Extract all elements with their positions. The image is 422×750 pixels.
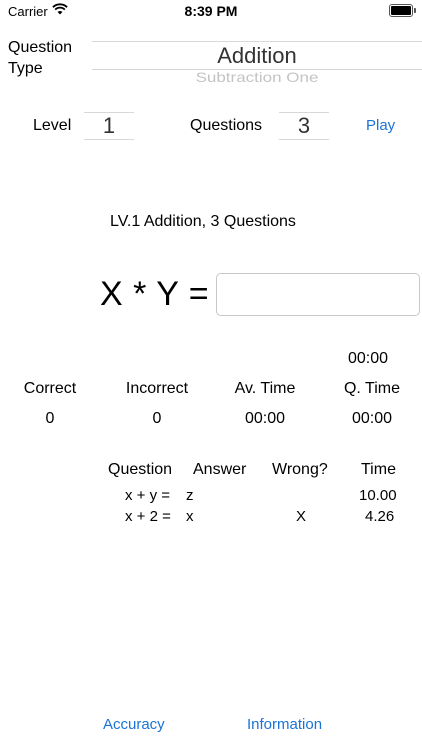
stat-value-correct: 0 [45, 410, 55, 427]
question-type-label: Question Type [8, 39, 73, 77]
picker-selected-option[interactable]: Addition [92, 43, 422, 69]
stat-header-avg-time: Av. Time [234, 380, 296, 397]
questions-stepper[interactable]: 3 [279, 112, 329, 140]
history-row-1-answer: z [186, 487, 194, 504]
problem-expression: X * Y = [100, 275, 210, 313]
status-bar: Carrier 8:39 PM [0, 0, 422, 24]
history-row-2-question: x + 2 = [125, 508, 171, 525]
history-row-2-time: 4.26 [365, 508, 395, 525]
stat-value-avg-time: 00:00 [244, 410, 286, 427]
battery-icon [389, 4, 413, 17]
history-header-wrong: Wrong? [272, 461, 328, 478]
picker-next-option[interactable]: Subtraction One [92, 70, 422, 86]
stat-value-incorrect: 0 [152, 410, 162, 427]
stat-header-correct: Correct [23, 380, 77, 397]
accuracy-button[interactable]: Accuracy [103, 716, 165, 733]
answer-input[interactable] [216, 273, 420, 316]
information-button[interactable]: Information [247, 716, 322, 733]
stat-header-q-time: Q. Time [343, 380, 400, 397]
play-button[interactable]: Play [366, 117, 395, 134]
picker-top-line [92, 41, 422, 42]
history-row-2-wrong: X [296, 508, 307, 525]
game-summary: LV.1 Addition, 3 Questions [110, 213, 296, 230]
history-row-2-answer: x [186, 508, 194, 525]
stat-header-incorrect: Incorrect [125, 380, 189, 397]
history-header-answer: Answer [193, 461, 247, 478]
questions-label: Questions [190, 117, 263, 134]
question-timer: 00:00 [348, 350, 389, 367]
battery-tip [414, 8, 416, 13]
history-row-1-time: 10.00 [359, 487, 397, 504]
history-row-1-question: x + y = [125, 487, 171, 504]
stat-value-q-time: 00:00 [351, 410, 393, 427]
level-label: Level [33, 117, 72, 134]
history-header-question: Question [108, 461, 173, 478]
status-time: 8:39 PM [184, 3, 238, 19]
question-type-picker[interactable]: Addition Subtraction One [92, 41, 422, 91]
history-header-time: Time [361, 461, 396, 478]
level-stepper[interactable]: 1 [84, 112, 134, 140]
